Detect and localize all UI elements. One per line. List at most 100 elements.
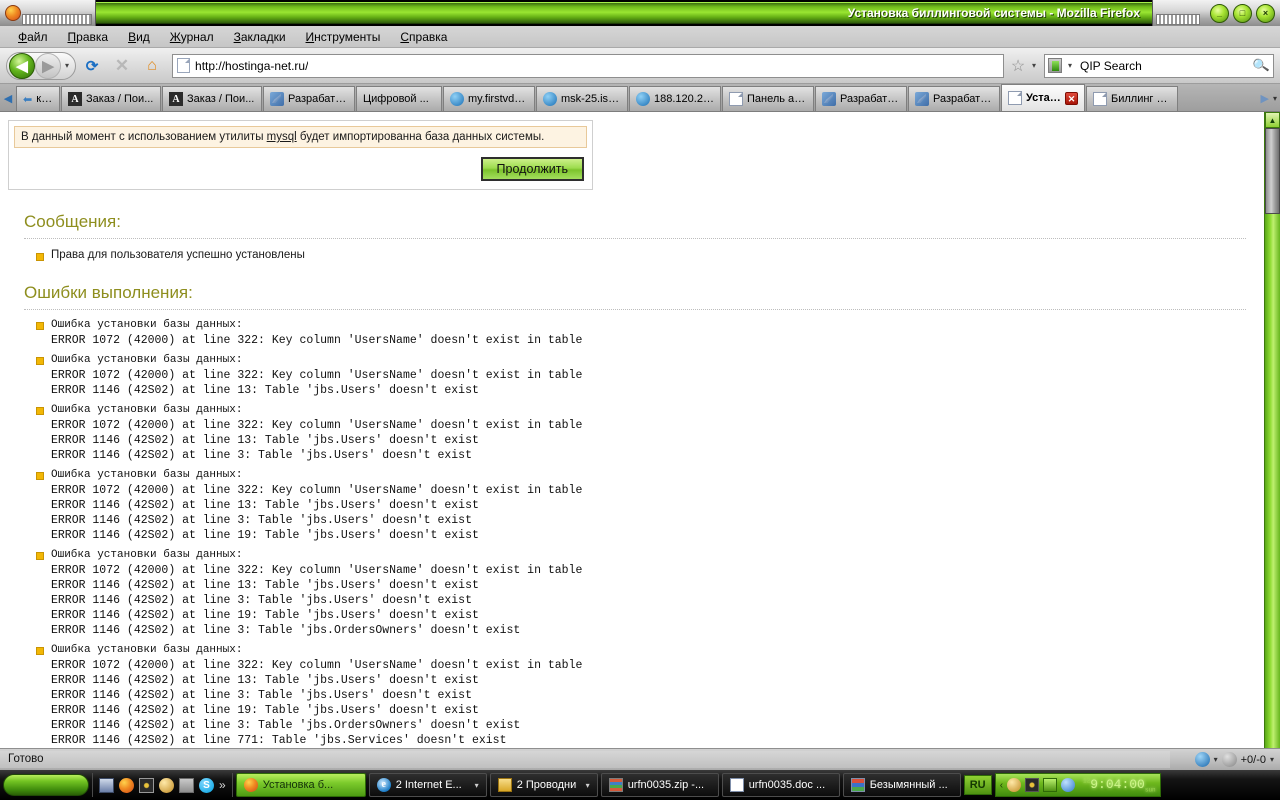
- maximize-button[interactable]: □: [1233, 3, 1252, 23]
- taskbar-button-5[interactable]: urfn0035.doc ...: [721, 773, 840, 797]
- tab-close-icon[interactable]: ✕: [1065, 91, 1078, 105]
- taskbar-clock[interactable]: 129:04:00sun: [1079, 777, 1156, 794]
- url-input[interactable]: http://hostinga-net.ru/: [195, 59, 308, 73]
- taskbar-button-label: 2 Проводник: [516, 779, 577, 791]
- battery-icon[interactable]: [179, 777, 194, 793]
- back-forward-group: ◀ ▶ ▾: [6, 51, 77, 80]
- firefox-quicklaunch-icon[interactable]: [119, 777, 134, 793]
- error-line: ERROR 1146 (42S02) at line 13: Table 'jb…: [51, 384, 479, 397]
- search-bar[interactable]: ▾ QIP Search 🔍: [1044, 53, 1274, 78]
- media-player-icon[interactable]: [159, 777, 174, 793]
- tab-label: Разрабаты...: [933, 93, 993, 105]
- tab-label: Цифровой ...: [363, 93, 429, 105]
- taskbar-button-6[interactable]: Безымянный ...: [842, 773, 961, 797]
- back-button[interactable]: ◀: [9, 52, 35, 79]
- bookmark-dropdown-caret-icon[interactable]: ▾: [1028, 61, 1040, 70]
- tab-13[interactable]: Биллинг дл...: [1086, 86, 1178, 111]
- taskbar-button-1[interactable]: Установка б...: [235, 773, 366, 797]
- scrollbar-thumb[interactable]: [1265, 128, 1280, 214]
- tab-1[interactable]: ⬅ ка...: [16, 86, 60, 111]
- qip-search-engine-icon[interactable]: [1048, 58, 1062, 73]
- zip-icon: [608, 778, 623, 792]
- tab-scroll-right-icon[interactable]: ▶: [1261, 92, 1269, 105]
- tab-5[interactable]: Цифровой ...: [356, 86, 442, 111]
- forward-button[interactable]: ▶: [35, 52, 61, 79]
- tab-scroll-back-icon[interactable]: ⬅: [23, 93, 32, 106]
- tab-3[interactable]: A Заказ / Пои...: [162, 86, 262, 111]
- adblock-caret-icon[interactable]: ▾: [1270, 755, 1274, 764]
- error-block-body: Ошибка установки базы данных: ERROR 1072 …: [51, 318, 582, 348]
- search-input[interactable]: QIP Search: [1076, 59, 1252, 73]
- image-viewer-icon[interactable]: [139, 777, 154, 793]
- blue-globe-icon: [636, 92, 650, 106]
- document-icon: [1093, 92, 1107, 106]
- tab-12-active[interactable]: Устан... ✕: [1001, 84, 1085, 111]
- tray-qip-icon[interactable]: [1043, 778, 1058, 792]
- error-line: ERROR 1072 (42000) at line 322: Key colu…: [51, 369, 583, 382]
- menu-item-2[interactable]: Правка: [58, 28, 119, 46]
- page-favicon-icon: [177, 58, 191, 73]
- mysql-link[interactable]: mysql: [267, 131, 297, 143]
- firefox-icon: [243, 778, 258, 792]
- tab-list-caret-icon[interactable]: ▾: [1273, 94, 1277, 103]
- tab-8[interactable]: 188.120.22...: [629, 86, 721, 111]
- qip-status-icon[interactable]: [1194, 752, 1210, 767]
- quick-launch-overflow-icon[interactable]: »: [219, 778, 226, 792]
- tab-11[interactable]: Разрабаты...: [908, 86, 1000, 111]
- adblock-icon[interactable]: [1221, 752, 1237, 767]
- continue-button[interactable]: Продолжить: [480, 157, 584, 181]
- error-line: ERROR 1146 (42S02) at line 13: Table 'jb…: [51, 499, 479, 512]
- tab-scroll-left-icon[interactable]: ◀: [0, 85, 16, 111]
- reload-icon[interactable]: ⟳: [78, 52, 106, 80]
- menu-item-4[interactable]: Журнал: [160, 28, 224, 46]
- errors-heading: Ошибки выполнения:: [24, 283, 193, 302]
- history-dropdown-caret-icon[interactable]: ▾: [61, 61, 73, 70]
- tab-10[interactable]: Разрабаты...: [815, 86, 907, 111]
- menu-item-5[interactable]: Закладки: [224, 28, 296, 46]
- error-line: ERROR 1146 (42S02) at line 771: Table 'j…: [51, 734, 507, 747]
- menu-item-6[interactable]: Инструменты: [296, 28, 391, 46]
- tray-expand-icon[interactable]: ‹: [1000, 780, 1003, 791]
- taskbar-button-caret-icon[interactable]: ▾: [582, 781, 590, 790]
- tray-media-icon[interactable]: [1007, 778, 1022, 792]
- excel-icon: [850, 778, 865, 792]
- error-block: Ошибка установки базы данных: ERROR 1072 …: [36, 548, 1264, 638]
- tab-2[interactable]: A Заказ / Пои...: [61, 86, 161, 111]
- qip-status-caret-icon[interactable]: ▾: [1214, 755, 1218, 764]
- tab-9[interactable]: Панель адм...: [722, 86, 814, 111]
- bookmark-star-icon[interactable]: ☆: [1008, 56, 1028, 76]
- save-icon[interactable]: [99, 777, 114, 793]
- taskbar-button-3[interactable]: 2 Проводник ▾: [489, 773, 598, 797]
- home-icon[interactable]: ⌂: [138, 52, 166, 80]
- taskbar-button-2[interactable]: e 2 Internet E... ▾: [368, 773, 487, 797]
- error-block-body: Ошибка установки базы данных: ERROR 1072 …: [51, 353, 582, 398]
- error-line: ERROR 1146 (42S02) at line 19: Table 'jb…: [51, 529, 479, 542]
- skype-icon[interactable]: S: [199, 777, 214, 793]
- menu-item-1[interactable]: Файл: [8, 28, 58, 46]
- close-button[interactable]: ×: [1256, 3, 1275, 23]
- start-button[interactable]: [3, 774, 89, 796]
- error-block-body: Ошибка установки базы данных: ERROR 1072 …: [51, 468, 582, 543]
- tab-6[interactable]: my.firstvds....: [443, 86, 535, 111]
- tab-4[interactable]: Разрабаты...: [263, 86, 355, 111]
- minimize-button[interactable]: _: [1210, 3, 1229, 23]
- menu-item-3[interactable]: Вид: [118, 28, 160, 46]
- search-engine-caret-icon[interactable]: ▾: [1064, 61, 1076, 70]
- messages-heading: Сообщения:: [24, 212, 121, 231]
- scroll-up-icon[interactable]: ▲: [1265, 112, 1280, 128]
- menu-item-7[interactable]: Справка: [390, 28, 457, 46]
- system-tray: ‹ 129:04:00sun: [994, 773, 1161, 797]
- tab-label: 188.120.22...: [654, 93, 714, 105]
- taskbar-button-4[interactable]: urfn0035.zip -...: [600, 773, 719, 797]
- url-bar[interactable]: http://hostinga-net.ru/: [172, 53, 1004, 78]
- search-icon[interactable]: 🔍: [1251, 56, 1272, 75]
- language-indicator[interactable]: RU: [963, 775, 992, 795]
- quick-launch-bar: S »: [92, 773, 233, 797]
- error-line: ERROR 1072 (42000) at line 322: Key colu…: [51, 484, 583, 497]
- tab-7[interactable]: msk-25.isps...: [536, 86, 628, 111]
- page-vertical-scrollbar[interactable]: ▲: [1264, 112, 1280, 748]
- stop-icon[interactable]: ✕: [108, 52, 136, 80]
- tray-network-icon[interactable]: [1061, 778, 1076, 792]
- tray-image-icon[interactable]: [1025, 778, 1040, 792]
- taskbar-button-caret-icon[interactable]: ▾: [471, 781, 479, 790]
